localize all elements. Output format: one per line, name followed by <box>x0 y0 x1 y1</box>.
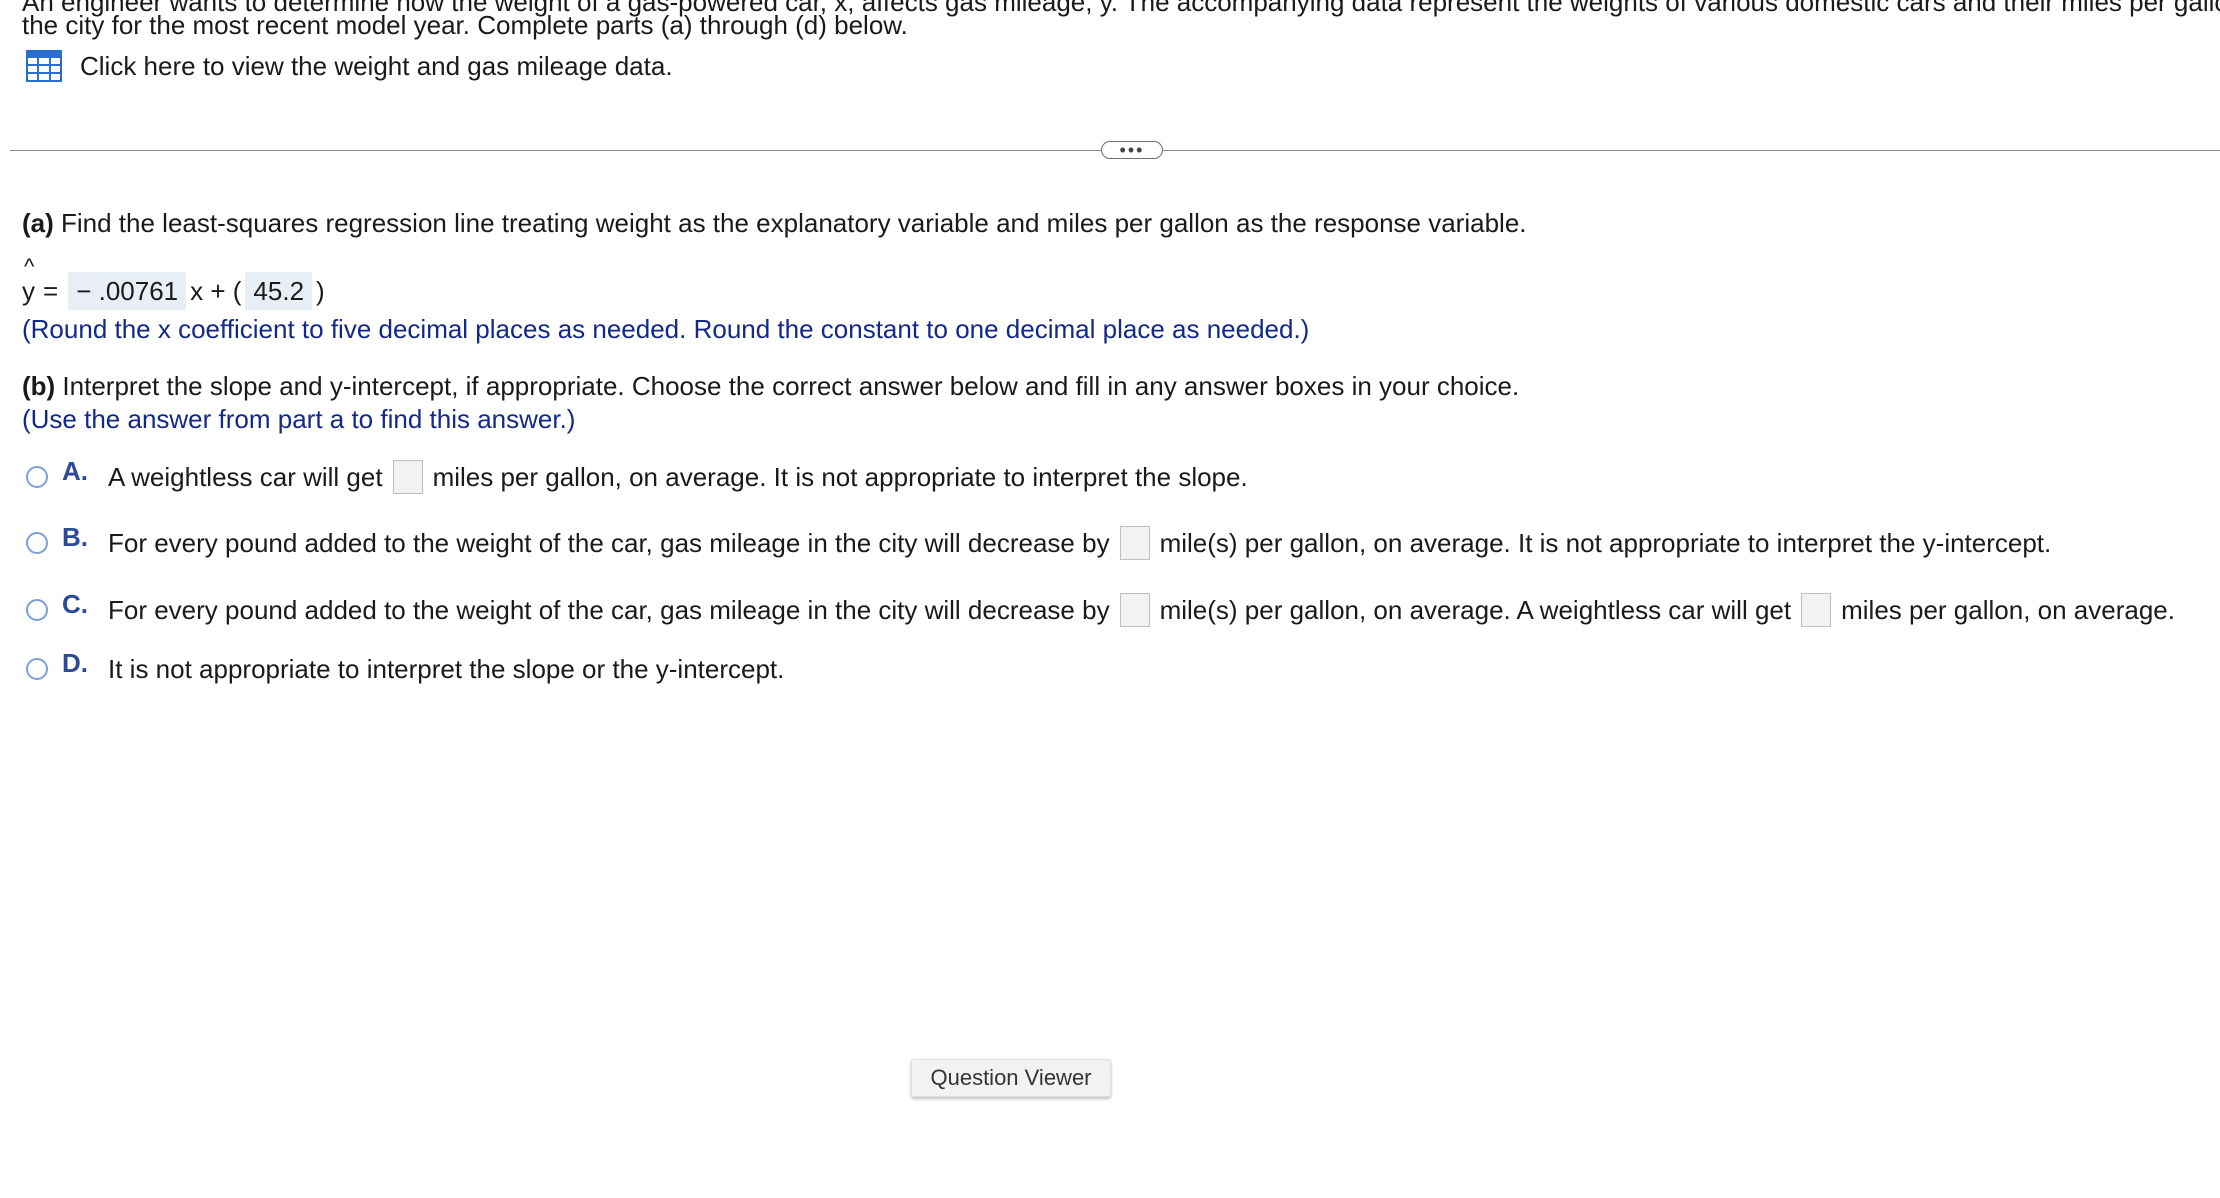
part-b-label: (b) <box>22 371 56 401</box>
choice-a-letter: A. <box>62 455 88 486</box>
choice-d-letter: D. <box>62 647 88 678</box>
slope-answer-box[interactable]: − .00761 <box>68 272 187 310</box>
choice-c-text-3: miles per gallon, on average. <box>1841 594 2175 625</box>
question-viewer-button[interactable]: Question Viewer <box>911 1059 1111 1097</box>
part-a-question-text: Find the least-squares regression line t… <box>53 208 1527 238</box>
choice-d-text-1: It is not appropriate to interpret the s… <box>108 653 785 684</box>
choice-b-text-1: For every pound added to the weight of t… <box>108 527 1110 558</box>
part-b-question: (b) Interpret the slope and y-intercept,… <box>22 370 1519 402</box>
intro-text: the city for the most recent model year.… <box>22 10 908 40</box>
part-a-question: (a) Find the least-squares regression li… <box>22 207 1527 239</box>
equals-sign: = <box>43 275 59 306</box>
radio-choice-d[interactable] <box>26 658 48 680</box>
choice-b-blank[interactable] <box>1119 526 1150 560</box>
x-plus-text: x + ( <box>190 275 242 306</box>
choice-a[interactable]: A. A weightless car will get miles per g… <box>26 455 1248 497</box>
close-paren: ) <box>316 275 325 306</box>
table-grid-icon <box>26 50 62 82</box>
choice-c-letter: C. <box>62 588 88 619</box>
choice-a-text-2: miles per gallon, on average. It is not … <box>432 461 1248 492</box>
view-data-link[interactable]: Click here to view the weight and gas mi… <box>26 50 673 82</box>
choice-b[interactable]: B. For every pound added to the weight o… <box>26 521 2052 563</box>
choice-a-blank[interactable] <box>392 460 423 494</box>
question-page: An engineer wants to determine how the w… <box>0 0 2220 1198</box>
choice-b-text-2: mile(s) per gallon, on average. It is no… <box>1159 527 2052 558</box>
choice-c-text-2: mile(s) per gallon, on average. A weight… <box>1159 594 1792 625</box>
y-hat-symbol: ^ y <box>22 253 35 306</box>
intercept-answer-box[interactable]: 45.2 <box>245 272 313 310</box>
choice-c[interactable]: C. For every pound added to the weight o… <box>26 588 2175 630</box>
choice-b-letter: B. <box>62 521 88 552</box>
regression-equation: ^ y = − .00761 x + ( 45.2 ) <box>22 253 325 311</box>
choice-c-blank-1[interactable] <box>1119 593 1150 627</box>
part-b-note: (Use the answer from part a to find this… <box>22 404 576 434</box>
choice-c-text-1: For every pound added to the weight of t… <box>108 594 1110 625</box>
rounding-instruction: (Round the x coefficient to five decimal… <box>22 314 1310 344</box>
choice-d[interactable]: D. It is not appropriate to interpret th… <box>26 647 785 689</box>
radio-choice-a[interactable] <box>26 466 48 488</box>
choice-c-blank-2[interactable] <box>1801 593 1832 627</box>
part-b-question-text: Interpret the slope and y-intercept, if … <box>55 371 1520 401</box>
radio-choice-c[interactable] <box>26 599 48 621</box>
choice-a-text-1: A weightless car will get <box>108 461 383 492</box>
radio-choice-b[interactable] <box>26 532 48 554</box>
part-a-label: (a) <box>22 208 54 238</box>
expand-more-button[interactable]: ••• <box>1101 141 1163 159</box>
view-data-link-text[interactable]: Click here to view the weight and gas mi… <box>80 50 673 82</box>
